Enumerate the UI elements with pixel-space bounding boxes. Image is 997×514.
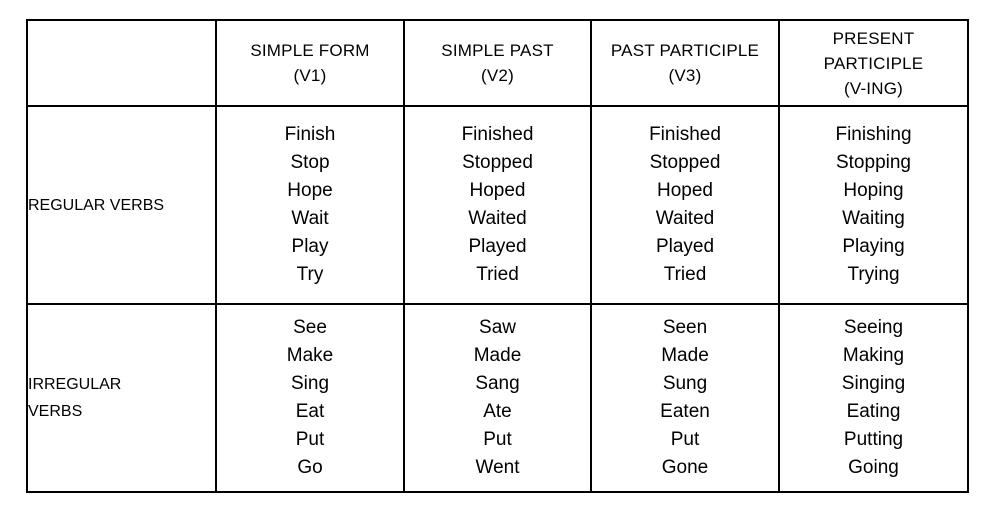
verb-item: Waited bbox=[468, 208, 527, 229]
column-header-line: PRESENT bbox=[832, 28, 915, 48]
column-header-present-participle: PRESENT PARTICIPLE (V-ING) bbox=[778, 19, 969, 107]
verb-item: Trying bbox=[847, 264, 900, 285]
cell-regular-v1: Finish Stop Hope Wait Play Try bbox=[215, 105, 405, 305]
cell-regular-ving: Finishing Stopping Hoping Waiting Playin… bbox=[778, 105, 969, 305]
column-header-past-participle: PAST PARTICIPLE (V3) bbox=[590, 19, 780, 107]
table-corner-cell bbox=[26, 19, 217, 107]
verb-item: Play bbox=[291, 236, 329, 257]
verb-item: Try bbox=[296, 264, 324, 285]
cell-irregular-v3: Seen Made Sung Eaten Put Gone bbox=[590, 303, 780, 493]
verb-item: Made bbox=[473, 345, 522, 366]
table-row: IRREGULAR VERBS See Make Sing Eat Put Go… bbox=[26, 303, 969, 493]
verb-item: Seen bbox=[662, 317, 708, 338]
verb-item: Waiting bbox=[842, 208, 905, 229]
verb-item: Sang bbox=[475, 373, 520, 394]
row-label-regular-verbs: REGULAR VERBS bbox=[26, 105, 217, 305]
row-label-line: IRREGULAR bbox=[28, 376, 122, 393]
column-header-line: SIMPLE PAST bbox=[441, 41, 554, 60]
verb-item: Played bbox=[655, 236, 715, 257]
column-header-line: (V-ING) bbox=[843, 78, 903, 98]
verb-item: Seeing bbox=[843, 317, 904, 338]
verb-item: Singing bbox=[841, 373, 906, 394]
verb-item: Go bbox=[297, 457, 323, 478]
verb-item: Hoped bbox=[657, 180, 713, 201]
verb-item: Putting bbox=[843, 429, 904, 450]
column-header-line: (V2) bbox=[481, 66, 514, 85]
column-header-line: (V1) bbox=[293, 66, 327, 85]
verb-item: Made bbox=[661, 345, 709, 366]
verb-item: Hoping bbox=[843, 180, 904, 201]
verb-item: Wait bbox=[291, 208, 329, 229]
verb-item: Waited bbox=[655, 208, 715, 229]
cell-irregular-ving: Seeing Making Singing Eating Putting Goi… bbox=[778, 303, 969, 493]
column-header-line: PARTICIPLE bbox=[823, 53, 924, 73]
cell-regular-v3: Finished Stopped Hoped Waited Played Tri… bbox=[590, 105, 780, 305]
cell-irregular-v1: See Make Sing Eat Put Go bbox=[215, 303, 405, 493]
verb-item: Hoped bbox=[469, 180, 526, 201]
verb-item: Stopped bbox=[462, 152, 533, 173]
table-header-row: SIMPLE FORM (V1) SIMPLE PAST (V2) PAST P… bbox=[26, 19, 969, 107]
verb-item: Tried bbox=[476, 264, 519, 285]
verb-item: Eat bbox=[295, 401, 325, 422]
cell-irregular-v2: Saw Made Sang Ate Put Went bbox=[403, 303, 592, 493]
column-header-line: SIMPLE FORM bbox=[250, 41, 370, 60]
column-header-line: PAST PARTICIPLE bbox=[610, 41, 760, 60]
cell-regular-v2: Finished Stopped Hoped Waited Played Tri… bbox=[403, 105, 592, 305]
verb-item: Eaten bbox=[660, 401, 710, 422]
verb-item: Went bbox=[475, 457, 520, 478]
verb-item: Put bbox=[670, 429, 700, 450]
row-label-irregular-verbs: IRREGULAR VERBS bbox=[26, 303, 217, 493]
verb-item: Put bbox=[295, 429, 325, 450]
verb-item: Put bbox=[483, 429, 512, 450]
table-row: REGULAR VERBS Finish Stop Hope Wait Play… bbox=[26, 105, 969, 305]
verb-item: Finished bbox=[461, 124, 534, 145]
verb-item: Stopping bbox=[835, 152, 911, 173]
verb-item: Playing bbox=[842, 236, 905, 257]
verb-item: Making bbox=[842, 345, 905, 366]
verb-item: Saw bbox=[479, 317, 516, 338]
verb-item: Make bbox=[286, 345, 334, 366]
verb-forms-page: SIMPLE FORM (V1) SIMPLE PAST (V2) PAST P… bbox=[0, 0, 997, 514]
verb-item: Stopped bbox=[649, 152, 721, 173]
verb-item: Played bbox=[468, 236, 527, 257]
verb-forms-table: SIMPLE FORM (V1) SIMPLE PAST (V2) PAST P… bbox=[26, 19, 969, 493]
row-label-line: REGULAR VERBS bbox=[28, 196, 165, 214]
verb-item: Finishing bbox=[835, 124, 912, 145]
verb-item: Eating bbox=[846, 401, 901, 422]
verb-item: Finished bbox=[649, 124, 721, 145]
verb-item: Ate bbox=[483, 401, 512, 422]
column-header-simple-past: SIMPLE PAST (V2) bbox=[403, 19, 592, 107]
verb-item: Sing bbox=[290, 373, 330, 394]
verb-item: Finish bbox=[284, 124, 336, 145]
column-header-simple-form: SIMPLE FORM (V1) bbox=[215, 19, 405, 107]
verb-item: Tried bbox=[663, 264, 707, 285]
verb-item: Gone bbox=[661, 457, 709, 478]
verb-item: Hope bbox=[287, 180, 333, 201]
column-header-line: (V3) bbox=[668, 66, 702, 85]
verb-item: Sung bbox=[662, 373, 708, 394]
verb-item: Going bbox=[848, 457, 899, 478]
verb-item: See bbox=[293, 317, 327, 338]
row-label-line: VERBS bbox=[28, 403, 83, 420]
verb-item: Stop bbox=[290, 152, 330, 173]
